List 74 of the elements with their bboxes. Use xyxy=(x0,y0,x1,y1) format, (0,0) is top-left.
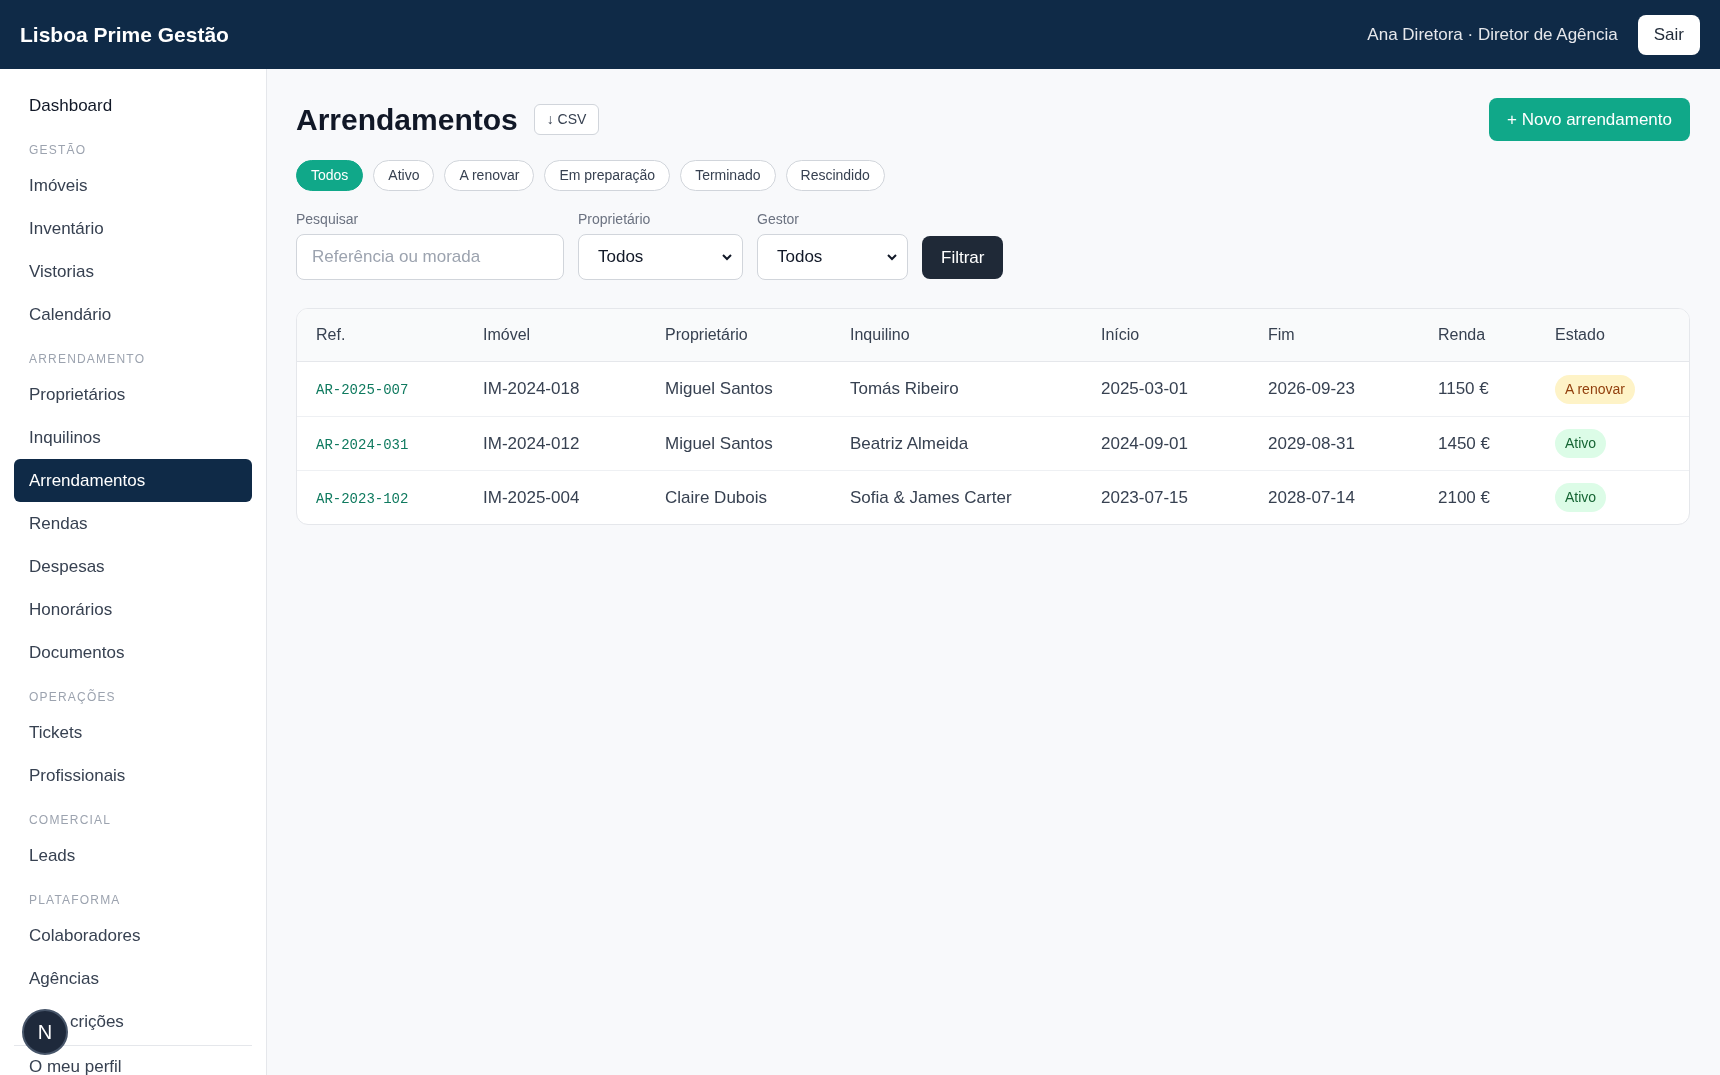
table-cell-text: 2100 € xyxy=(1438,486,1491,509)
table-cell-text: Beatriz Almeida xyxy=(850,432,970,455)
filter-chip[interactable]: Em preparação xyxy=(544,160,671,191)
lease-ref-link[interactable]: AR-2023-102 xyxy=(316,490,409,507)
sidebar-item[interactable]: Inventário xyxy=(14,207,252,250)
sidebar-item[interactable]: O meu perfil xyxy=(14,1056,252,1075)
csv-button[interactable]: ↓ CSV xyxy=(533,104,600,135)
sidebar-item[interactable]: Rendas xyxy=(14,502,252,545)
lease-ref-link[interactable]: AR-2025-007 xyxy=(316,382,409,398)
filter-chip[interactable]: Terminado xyxy=(680,160,776,191)
section-heading: OPERAÇÕES xyxy=(28,688,117,706)
table-cell-text: Miguel Santos xyxy=(665,432,774,455)
table-cell-text: Sofia & James Carter xyxy=(850,486,1013,509)
filter-chip[interactable]: Ativo xyxy=(373,160,435,191)
table-cell-text: 2026-09-23 xyxy=(1268,378,1356,401)
brand-title: Lisboa Prime Gestão xyxy=(20,21,229,48)
column-header: Estado xyxy=(1555,325,1606,345)
sidebar-item[interactable]: Arrendamentos xyxy=(14,459,252,502)
sidebar-item[interactable]: Leads xyxy=(14,834,252,877)
table-cell-text: 2023-07-15 xyxy=(1101,486,1189,509)
sidebar-item[interactable]: Inquilinos xyxy=(14,416,252,459)
sidebar-item[interactable]: Tickets xyxy=(14,711,252,754)
column-header: Fim xyxy=(1268,325,1296,345)
status-badge: Ativo xyxy=(1555,483,1607,512)
field-label: Proprietário xyxy=(578,210,652,229)
sidebar-item[interactable]: Despesas xyxy=(14,545,252,588)
lease-ref-link[interactable]: AR-2024-031 xyxy=(316,436,409,453)
table-cell-text: 2028-07-14 xyxy=(1268,486,1356,509)
status-badge: A renovar xyxy=(1555,374,1635,404)
section-heading: ARRENDAMENTO xyxy=(28,351,147,368)
sidebar-item[interactable]: Profissionais xyxy=(14,754,252,797)
logout-button[interactable]: Sair xyxy=(1637,14,1700,55)
column-header: Ref. xyxy=(316,325,347,345)
select-field[interactable]: Todos xyxy=(578,234,743,280)
column-header: Imóvel xyxy=(483,325,532,345)
select-field[interactable]: Todos xyxy=(757,234,908,280)
section-heading: COMERCIAL xyxy=(28,812,113,829)
sidebar-item[interactable]: Colaboradores xyxy=(14,914,252,957)
field-label: Pesquisar xyxy=(296,210,360,229)
table-cell-text: 1150 € xyxy=(1438,378,1490,401)
avatar-badge[interactable]: N xyxy=(22,1009,68,1055)
sidebar-item[interactable]: Dashboard xyxy=(14,84,252,127)
table-cell-text: Tomás Ribeiro xyxy=(850,378,960,401)
field-label: Gestor xyxy=(757,210,800,229)
sidebar-item[interactable]: Vistorias xyxy=(14,250,252,293)
table-cell-text: IM-2024-018 xyxy=(483,378,581,401)
table-cell-text: IM-2024-012 xyxy=(483,432,581,455)
filter-chip[interactable]: A renovar xyxy=(444,160,535,191)
filter-button[interactable]: Filtrar xyxy=(922,236,1004,279)
table-cell-text: 1450 € xyxy=(1438,432,1491,455)
search-field[interactable]: Referência ou morada xyxy=(296,234,564,280)
sidebar-item[interactable]: Honorários xyxy=(14,588,252,631)
filter-chip[interactable]: Rescindido xyxy=(785,160,885,191)
column-header: Proprietário xyxy=(665,325,749,345)
column-header: Inquilino xyxy=(850,325,911,345)
sidebar-item[interactable]: crições xyxy=(70,1000,252,1043)
table-cell-text: IM-2025-004 xyxy=(483,486,581,509)
column-header: Início xyxy=(1101,325,1141,345)
sidebar-item[interactable]: Agências xyxy=(14,957,252,1000)
sidebar-item[interactable]: Documentos xyxy=(14,631,252,674)
sidebar-item[interactable]: Proprietários xyxy=(14,373,252,416)
column-header: Renda xyxy=(1438,325,1487,345)
page-title: Arrendamentos xyxy=(296,102,518,138)
table-cell-text: Miguel Santos xyxy=(665,378,774,401)
section-heading: GESTÃO xyxy=(28,142,88,159)
section-heading: PLATAFORMA xyxy=(28,892,122,909)
sidebar-item[interactable]: Calendário xyxy=(14,293,252,336)
table-cell-text: 2024-09-01 xyxy=(1101,432,1189,455)
sidebar-item[interactable]: Imóveis xyxy=(14,164,252,207)
user-info: Ana Diretora · Diretor de Agência xyxy=(1367,23,1618,46)
table-cell-text: Claire Dubois xyxy=(665,486,769,509)
table-cell-text: 2029-08-31 xyxy=(1268,432,1356,455)
table-cell-text: 2025-03-01 xyxy=(1101,378,1189,401)
status-badge: Ativo xyxy=(1555,429,1607,458)
